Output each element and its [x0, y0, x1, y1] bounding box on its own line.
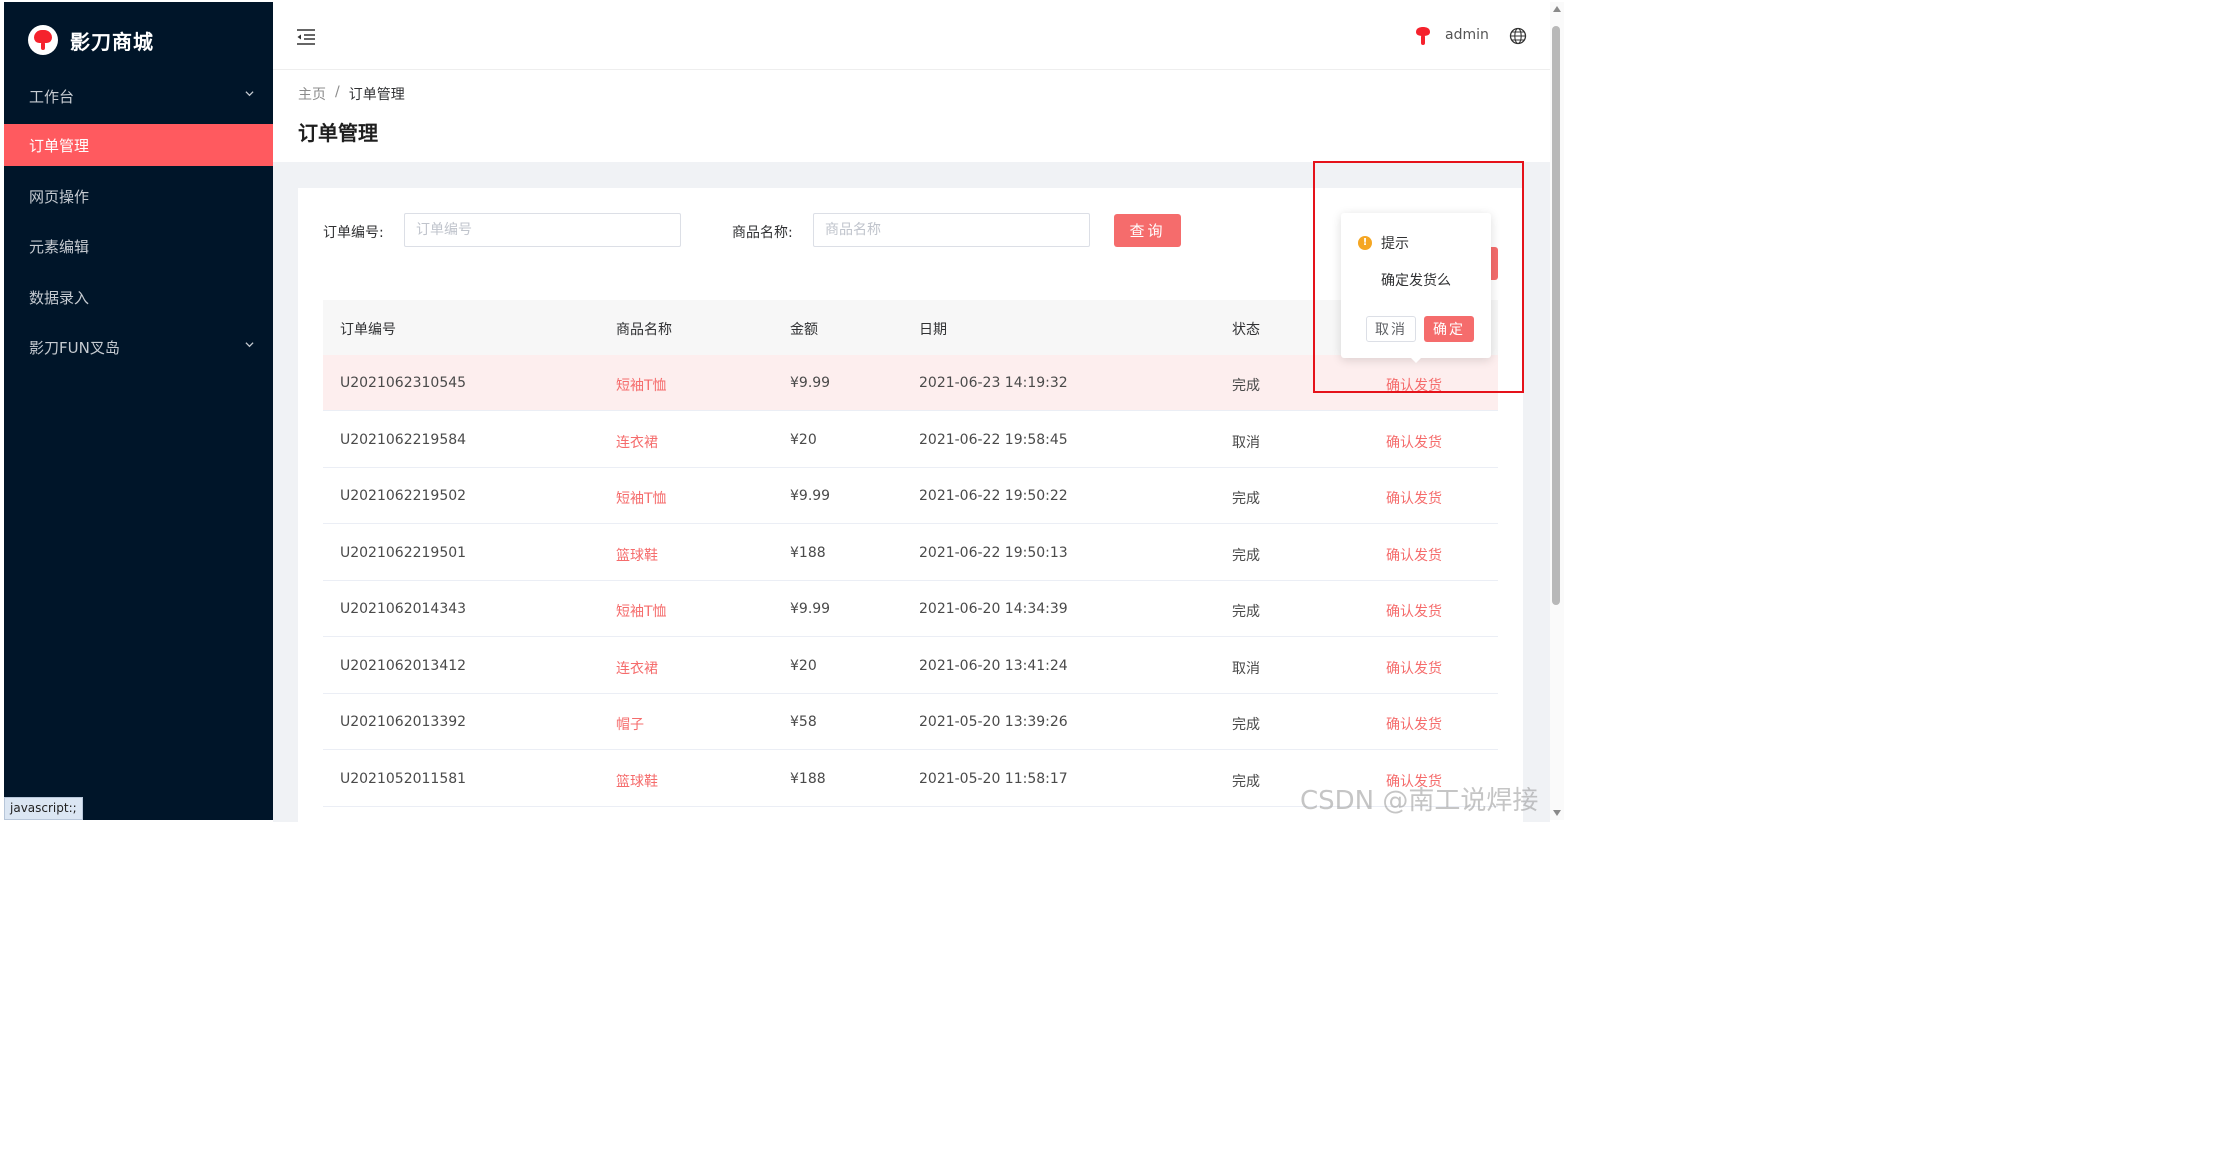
cell-product-link[interactable]: 篮球鞋 [616, 545, 658, 565]
cell-status: 完成 [1232, 774, 1260, 790]
cell-order-no: U2021062014343 [340, 601, 467, 617]
scroll-down-arrow-icon[interactable] [1553, 810, 1561, 816]
cell-status: 取消 [1232, 661, 1260, 677]
sidebar-item-label: 工作台 [29, 87, 75, 106]
cell-date: 2021-06-20 14:34:39 [919, 601, 1068, 617]
product-name-input[interactable] [813, 213, 1090, 247]
cell-amount: ¥9.99 [790, 375, 831, 391]
sidebar-item-label: 元素编辑 [29, 237, 90, 256]
brand-name: 影刀商城 [70, 29, 154, 54]
column-header-status: 状态 [1232, 322, 1260, 338]
cell-order-no: U2021062013412 [340, 658, 467, 674]
column-header-amount: 金额 [790, 322, 818, 338]
cell-product-link[interactable]: 短袖T恤 [616, 375, 667, 395]
table-row: U2021062013412 连衣裙 ¥20 2021-06-20 13:41:… [323, 638, 1498, 694]
cell-status: 完成 [1232, 548, 1260, 564]
confirm-ship-link[interactable]: 确认发货 [1386, 432, 1442, 452]
cell-order-no: U2021062219502 [340, 488, 467, 504]
table-row: U2021062219501 篮球鞋 ¥188 2021-06-22 19:50… [323, 525, 1498, 581]
cell-status: 完成 [1232, 378, 1260, 394]
cell-date: 2021-06-22 19:50:13 [919, 545, 1068, 561]
sidebar-item-workbench[interactable]: 工作台 [4, 75, 273, 117]
brand-icon [1416, 27, 1430, 45]
chevron-down-icon [245, 342, 254, 348]
cell-amount: ¥188 [790, 545, 826, 561]
order-no-label: 订单编号: [323, 225, 384, 241]
app-root: 影刀商城 工作台 订单管理 网页操作 元素编辑 数据录入 影刀FUN叉岛 adm… [0, 0, 1568, 828]
cell-order-no: U2021062013392 [340, 714, 467, 730]
column-header-date: 日期 [919, 322, 947, 338]
cell-amount: ¥9.99 [790, 488, 831, 504]
menu-fold-icon[interactable] [296, 28, 316, 46]
breadcrumb-home[interactable]: 主页 [298, 84, 326, 104]
cell-date: 2021-05-20 13:39:26 [919, 714, 1068, 730]
cell-amount: ¥9.99 [790, 601, 831, 617]
browser-status-url: javascript:; [4, 797, 83, 820]
cell-status: 完成 [1232, 717, 1260, 733]
cell-order-no: U2021062310545 [340, 375, 467, 391]
breadcrumb-separator: / [335, 84, 340, 100]
cell-order-no: U2021062219584 [340, 432, 467, 448]
cell-amount: ¥20 [790, 432, 817, 448]
chevron-down-icon [245, 91, 254, 97]
cell-status: 完成 [1232, 604, 1260, 620]
cell-product-link[interactable]: 短袖T恤 [616, 488, 667, 508]
confirm-ship-link[interactable]: 确认发货 [1386, 488, 1442, 508]
cell-amount: ¥188 [790, 771, 826, 787]
cell-amount: ¥20 [790, 658, 817, 674]
cell-order-no: U2021062219501 [340, 545, 467, 561]
confirm-ship-link[interactable]: 确认发货 [1386, 545, 1442, 565]
brand-logo-icon [28, 25, 58, 55]
cell-product-link[interactable]: 篮球鞋 [616, 771, 658, 791]
annotation-highlight-box [1313, 161, 1524, 393]
sidebar-item-label: 数据录入 [29, 288, 90, 307]
sidebar-item-element-editing[interactable]: 元素编辑 [4, 225, 273, 267]
cell-date: 2021-06-22 19:58:45 [919, 432, 1068, 448]
table-row: U2021062219584 连衣裙 ¥20 2021-06-22 19:58:… [323, 412, 1498, 468]
cell-status: 完成 [1232, 491, 1260, 507]
logo[interactable]: 影刀商城 [28, 24, 154, 56]
sidebar-item-label: 影刀FUN叉岛 [29, 338, 120, 357]
cell-product-link[interactable]: 短袖T恤 [616, 601, 667, 621]
column-header-order-no: 订单编号 [340, 322, 396, 338]
confirm-ship-link[interactable]: 确认发货 [1386, 714, 1442, 734]
sidebar-item-fun-island[interactable]: 影刀FUN叉岛 [4, 326, 273, 368]
cell-date: 2021-06-23 14:19:32 [919, 375, 1068, 391]
confirm-ship-link[interactable]: 确认发货 [1386, 601, 1442, 621]
query-button[interactable]: 查询 [1114, 214, 1181, 247]
product-name-label: 商品名称: [732, 225, 793, 241]
sidebar: 影刀商城 工作台 订单管理 网页操作 元素编辑 数据录入 影刀FUN叉岛 [4, 2, 273, 820]
breadcrumb: 主页 / 订单管理 [298, 84, 405, 104]
username[interactable]: admin [1445, 27, 1489, 43]
breadcrumb-current: 订单管理 [348, 87, 405, 103]
scroll-up-arrow-icon[interactable] [1553, 6, 1561, 12]
sidebar-item-label: 订单管理 [29, 136, 90, 155]
sidebar-item-web-operations[interactable]: 网页操作 [4, 175, 273, 217]
cell-date: 2021-06-20 13:41:24 [919, 658, 1068, 674]
cell-product-link[interactable]: 连衣裙 [616, 658, 658, 678]
cell-date: 2021-05-20 11:58:17 [919, 771, 1068, 787]
top-header: admin [273, 2, 1550, 70]
watermark: CSDN @南工说焊接 [1300, 786, 1539, 816]
order-no-input[interactable] [404, 213, 681, 247]
column-header-product: 商品名称 [616, 322, 672, 338]
scrollbar-thumb[interactable] [1552, 26, 1560, 605]
cell-order-no: U2021052011581 [340, 771, 467, 787]
sidebar-item-data-entry[interactable]: 数据录入 [4, 276, 273, 318]
confirm-ship-link[interactable]: 确认发货 [1386, 658, 1442, 678]
sidebar-item-label: 网页操作 [29, 187, 90, 206]
cell-date: 2021-06-22 19:50:22 [919, 488, 1068, 504]
cell-product-link[interactable]: 帽子 [616, 714, 644, 734]
page-title: 订单管理 [298, 121, 378, 145]
cell-amount: ¥58 [790, 714, 817, 730]
globe-icon[interactable] [1509, 27, 1527, 45]
sidebar-item-order-management[interactable]: 订单管理 [4, 124, 273, 166]
cell-product-link[interactable]: 连衣裙 [616, 432, 658, 452]
table-row: U2021062014343 短袖T恤 ¥9.99 2021-06-20 14:… [323, 581, 1498, 637]
cell-status: 取消 [1232, 435, 1260, 451]
table-row: U2021062219502 短袖T恤 ¥9.99 2021-06-22 19:… [323, 468, 1498, 524]
table-row: U2021062013392 帽子 ¥58 2021-05-20 13:39:2… [323, 694, 1498, 750]
